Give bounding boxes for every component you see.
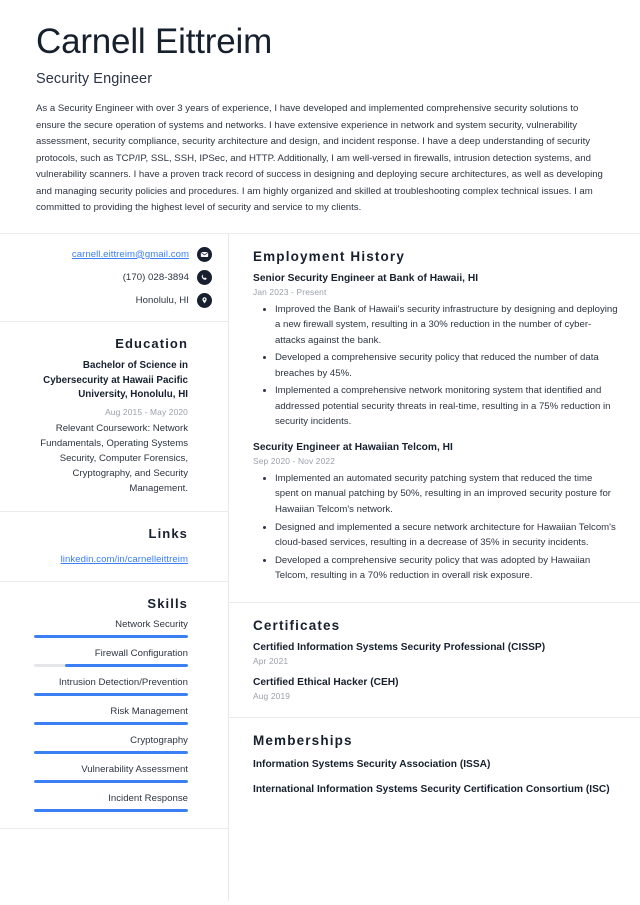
job-bullet: Developed a comprehensive security polic…: [275, 350, 618, 381]
job-bullets: Improved the Bank of Hawaii's security i…: [253, 302, 618, 430]
phone-icon: [197, 269, 212, 285]
skill-label: Network Security: [115, 619, 188, 631]
education-date: Aug 2015 - May 2020: [105, 407, 188, 418]
certificate-name: Certified Ethical Hacker (CEH): [253, 676, 399, 688]
certificate-name: Certified Information Systems Security P…: [253, 641, 546, 653]
skill-item: Vulnerability Assessment: [16, 764, 188, 784]
job-date: Sep 2020 - Nov 2022: [253, 455, 336, 466]
certificate-date: Aug 2019: [253, 690, 291, 701]
job-bullet: Implemented a comprehensive network moni…: [275, 383, 618, 430]
map-pin-icon: [197, 292, 212, 308]
links-title: Links: [148, 526, 188, 542]
education-title: Education: [115, 335, 188, 351]
employment-entry: Senior Security Engineer at Bank of Hawa…: [253, 273, 618, 430]
skills-block: Skills Network Security Firewall Configu…: [0, 582, 228, 830]
job-bullet: Improved the Bank of Hawaii's security i…: [275, 302, 618, 349]
skill-item: Firewall Configuration: [16, 648, 188, 668]
certificate-entry: Certified Ethical Hacker (CEH) Aug 2019: [253, 677, 618, 701]
job-bullet: Developed a comprehensive security polic…: [275, 553, 618, 584]
link-label[interactable]: linkedin.com/in/carnelleittreim: [61, 554, 188, 565]
skill-label: Incident Response: [108, 793, 188, 805]
skill-fill: [64, 664, 188, 668]
skill-fill: [34, 780, 188, 784]
skill-track: [34, 693, 188, 697]
job-date: Jan 2023 - Present: [253, 286, 327, 297]
job-heading: Senior Security Engineer at Bank of Hawa…: [253, 272, 479, 284]
location-value: Honolulu, HI: [135, 294, 189, 306]
candidate-job-title: Security Engineer: [36, 71, 153, 88]
employment-block: Employment History Senior Security Engin…: [229, 234, 640, 603]
skill-label: Risk Management: [110, 706, 188, 718]
skill-item: Intrusion Detection/Prevention: [16, 677, 188, 697]
membership-entry: Information Systems Security Association…: [253, 758, 491, 770]
main-column: Employment History Senior Security Engin…: [229, 232, 640, 901]
resume-header: Carnell Eittreim Security Engineer As a …: [0, 0, 640, 217]
phone-value: (170) 028-3894: [122, 271, 189, 283]
skill-label: Intrusion Detection/Prevention: [58, 677, 188, 689]
skill-fill: [34, 751, 188, 755]
link-item[interactable]: linkedin.com/in/carnelleittreim: [16, 549, 188, 567]
skill-label: Cryptography: [130, 735, 188, 747]
envelope-icon: [197, 246, 212, 262]
skill-fill: [34, 693, 188, 697]
links-block: Links linkedin.com/in/carnelleittreim: [0, 512, 228, 583]
contact-row-email[interactable]: carnell.eittreim@gmail.com: [16, 246, 212, 262]
certificate-entry: Certified Information Systems Security P…: [253, 642, 618, 666]
membership-entry: International Information Systems Securi…: [253, 783, 610, 795]
skill-label: Vulnerability Assessment: [81, 764, 188, 776]
skills-title: Skills: [147, 596, 188, 612]
skill-track: [34, 635, 188, 639]
memberships-block: Memberships Information Systems Security…: [229, 718, 640, 814]
professional-summary: As a Security Engineer with over 3 years…: [36, 103, 603, 214]
job-bullet: Implemented an automated security patchi…: [275, 471, 618, 518]
resume-body-columns: carnell.eittreim@gmail.com (170) 028-389…: [0, 232, 640, 901]
certificates-block: Certificates Certified Information Syste…: [229, 603, 640, 718]
contact-row-phone[interactable]: (170) 028-3894: [16, 269, 212, 285]
contact-block: carnell.eittreim@gmail.com (170) 028-389…: [0, 234, 228, 322]
resume-page: Carnell Eittreim Security Engineer As a …: [0, 0, 640, 905]
skill-track: [34, 809, 188, 813]
skill-fill: [34, 722, 188, 726]
skill-item: Cryptography: [16, 735, 188, 755]
skill-track: [34, 722, 188, 726]
skill-track: [34, 780, 188, 784]
sidebar-column: carnell.eittreim@gmail.com (170) 028-389…: [0, 232, 229, 901]
contact-row-location: Honolulu, HI: [16, 292, 212, 308]
skill-track: [34, 664, 188, 668]
skill-label: Firewall Configuration: [94, 648, 188, 660]
job-bullet: Designed and implemented a secure networ…: [275, 520, 618, 551]
certificates-title: Certificates: [253, 617, 341, 633]
employment-entry: Security Engineer at Hawaiian Telcom, HI…: [253, 442, 618, 584]
job-bullets: Implemented an automated security patchi…: [253, 471, 618, 584]
email-value[interactable]: carnell.eittreim@gmail.com: [72, 249, 189, 260]
education-description: Relevant Coursework: Network Fundamental…: [40, 423, 188, 495]
job-heading: Security Engineer at Hawaiian Telcom, HI: [253, 441, 453, 453]
skill-item: Network Security: [16, 619, 188, 639]
skill-item: Incident Response: [16, 793, 188, 813]
skill-item: Risk Management: [16, 706, 188, 726]
memberships-title: Memberships: [253, 732, 353, 748]
candidate-name: Carnell Eittreim: [36, 22, 273, 61]
education-block: Education Bachelor of Science in Cyberse…: [0, 322, 228, 513]
certificate-date: Apr 2021: [253, 655, 289, 666]
skill-fill: [34, 809, 188, 813]
employment-title: Employment History: [253, 248, 405, 264]
education-degree: Bachelor of Science in Cybersecurity at …: [43, 359, 188, 401]
skill-fill: [34, 635, 188, 639]
skill-track: [34, 751, 188, 755]
